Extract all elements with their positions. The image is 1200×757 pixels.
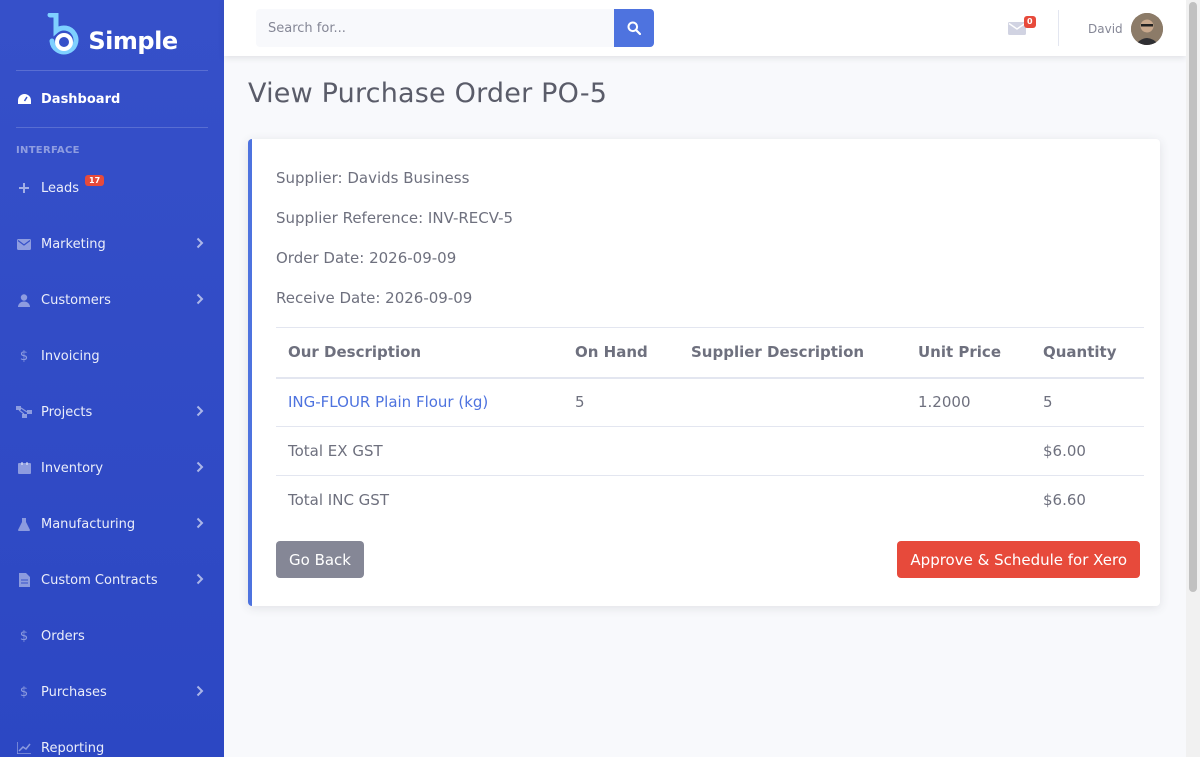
sidebar: Simple Dashboard INTERFACE Leads 17 Mark… [0,0,224,757]
sidebar-item-label: Purchases [41,684,107,700]
sidebar-item-purchases[interactable]: $ Purchases [0,677,224,707]
messages-count-badge: 0 [1024,16,1036,28]
order-date-text: Order Date: 2026-09-09 [276,249,457,267]
leads-count-badge: 17 [85,174,105,186]
total-ex-gst-label: Total EX GST [276,426,563,476]
column-header: Our Description [276,327,563,379]
sidebar-item-label: Manufacturing [41,516,136,532]
search-bar [256,9,654,47]
sidebar-item-label: Dashboard [41,91,121,107]
sidebar-item-dashboard[interactable]: Dashboard [0,84,224,114]
search-button[interactable] [614,9,654,47]
empty-cell [563,426,679,476]
chevron-right-icon [196,293,204,305]
topbar: 0 David [224,0,1186,56]
line-items-table: Our Description On Hand Supplier Descrip… [276,327,1144,525]
sidebar-item-label: Marketing [41,236,106,252]
total-ex-gst-row: Total EX GST $6.00 [276,426,1144,476]
sidebar-item-manufacturing[interactable]: Manufacturing [0,509,224,539]
chevron-right-icon [196,405,204,417]
column-header: On Hand [563,327,679,379]
file-icon [16,572,32,588]
sidebar-item-label: Projects [41,404,93,420]
empty-cell [563,476,679,525]
unit-price-cell: 1.2000 [906,377,1031,427]
sidebar-item-leads[interactable]: Leads 17 [0,173,224,203]
column-header: Supplier Description [679,327,906,379]
supplier-description-cell [679,377,906,427]
box-icon [16,460,32,476]
sidebar-item-label: Custom Contracts [41,572,158,588]
sidebar-item-reporting[interactable]: Reporting [0,733,224,757]
sidebar-item-label: Inventory [41,460,104,476]
empty-cell [906,476,1031,525]
receive-date-text: Receive Date: 2026-09-09 [276,289,473,307]
page-title: View Purchase Order PO-5 [248,78,608,109]
search-icon [627,21,641,35]
search-input[interactable] [256,9,614,47]
avatar [1130,13,1163,45]
envelope-icon [16,236,32,252]
sidebar-item-custom-contracts[interactable]: Custom Contracts [0,565,224,595]
chevron-right-icon [196,517,204,529]
sidebar-item-label: Reporting [41,740,105,756]
sidebar-item-invoicing[interactable]: $ Invoicing [0,341,224,371]
total-inc-gst-label: Total INC GST [288,491,389,510]
quantity-cell: 5 [1031,377,1144,427]
column-header: Quantity [1031,327,1144,379]
empty-cell [679,476,906,525]
page-scrollbar[interactable] [1186,0,1200,757]
sidebar-item-label: Orders [41,628,85,644]
brand-logo-icon [46,12,82,57]
sidebar-item-projects[interactable]: Projects [0,397,224,427]
messages-button[interactable]: 0 [1008,16,1036,36]
total-ex-gst-value: $6.00 [1031,426,1144,476]
sidebar-item-customers[interactable]: Customers [0,285,224,315]
chevron-right-icon [196,685,204,697]
sidebar-item-label: Customers [41,292,111,308]
purchase-order-card: Supplier: Davids Business Supplier Refer… [248,139,1160,606]
total-inc-gst-row: Total INC GST $6.60 [276,476,1144,525]
user-icon [16,292,32,308]
description-cell: ING-FLOUR Plain Flour (kg) [276,377,563,427]
empty-cell [679,426,906,476]
dollar-icon: $ [19,348,29,364]
user-name: David [1088,22,1123,36]
table-row: ING-FLOUR Plain Flour (kg) 5 1.2000 5 [276,377,1144,427]
approve-schedule-xero-button[interactable]: Approve & Schedule for Xero [897,541,1140,578]
column-header: Unit Price [906,327,1031,379]
chevron-right-icon [196,461,204,473]
tachometer-icon [16,91,32,107]
product-link[interactable]: ING-FLOUR Plain Flour (kg) [288,393,488,411]
topbar-divider [1058,10,1059,46]
empty-cell [906,426,1031,476]
brand-name: Simple [88,27,178,55]
sitemap-icon [16,404,32,420]
sidebar-item-label: Invoicing [41,348,100,364]
supplier-reference-text: Supplier Reference: INV-RECV-5 [276,209,514,227]
dollar-icon: $ [19,628,29,644]
brand[interactable]: Simple [0,0,224,70]
on-hand-cell: 5 [563,377,679,427]
total-inc-gst-value: $6.60 [1043,491,1086,510]
plus-icon [16,180,32,196]
table-header-row: Our Description On Hand Supplier Descrip… [276,327,1144,379]
sidebar-item-orders[interactable]: $ Orders [0,621,224,651]
dollar-icon: $ [19,684,29,700]
go-back-button[interactable]: Go Back [276,541,364,578]
sidebar-heading: INTERFACE [16,145,80,156]
user-menu[interactable]: David [1088,13,1163,45]
sidebar-divider [16,70,208,71]
scrollbar-thumb[interactable] [1189,2,1197,592]
flask-icon [16,516,32,532]
sidebar-item-marketing[interactable]: Marketing [0,229,224,259]
supplier-text: Supplier: Davids Business [276,169,470,187]
chart-icon [16,740,32,756]
chevron-right-icon [196,573,204,585]
sidebar-item-label: Leads [41,180,80,196]
sidebar-item-inventory[interactable]: Inventory [0,453,224,483]
chevron-right-icon [196,237,204,249]
sidebar-divider [16,127,208,128]
